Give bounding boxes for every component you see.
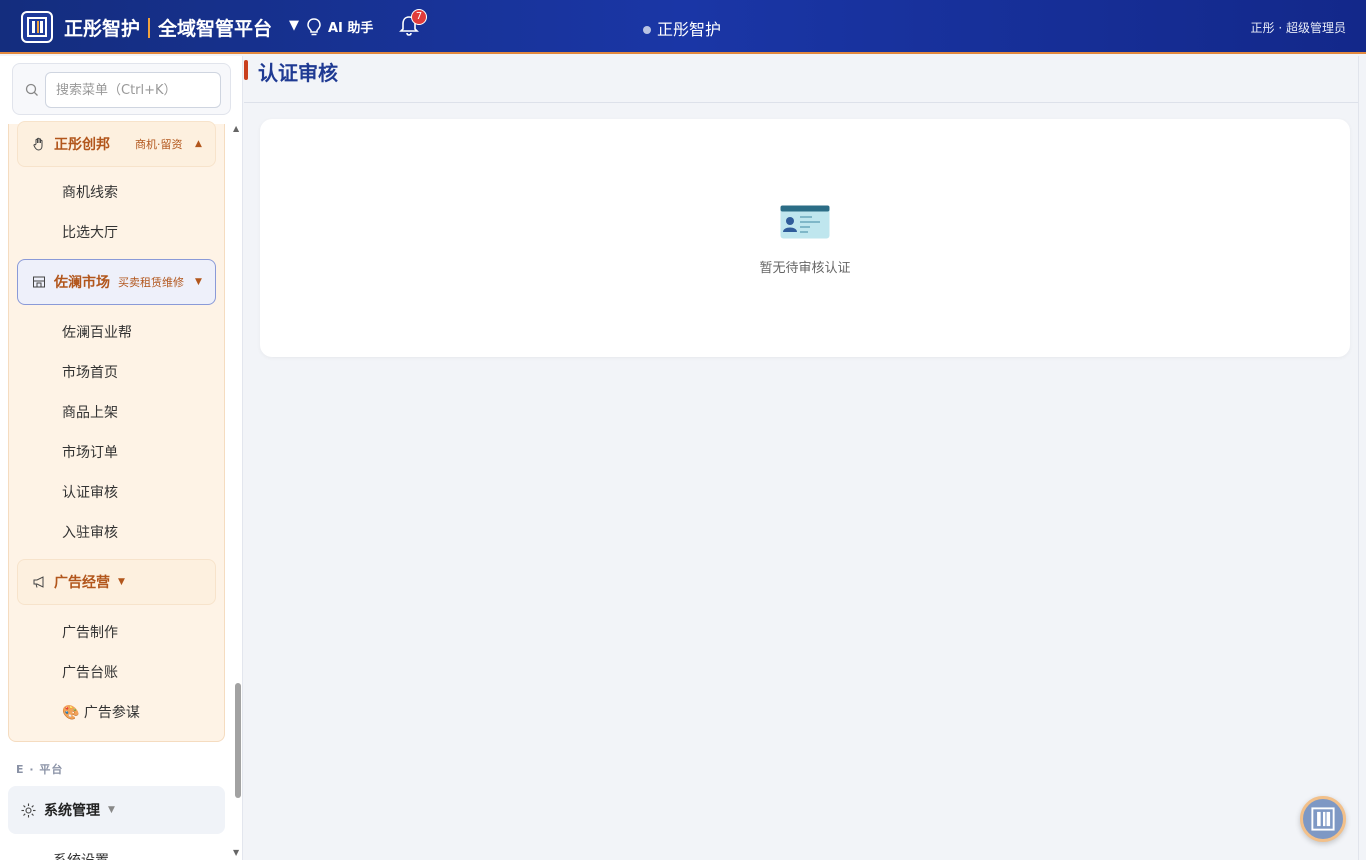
search-icon <box>25 83 38 96</box>
ai-assistant-label: AI 助手 <box>328 21 374 36</box>
brand-name: 正彤智护 <box>64 18 141 40</box>
menu-group-title: 佐澜市场 <box>54 275 110 291</box>
menu-group-zuolan-market[interactable]: 佐澜市场 买卖租赁维修 ▼ <box>17 259 216 305</box>
sidebar-item-ad-ledger[interactable]: 广告台账 <box>62 662 118 682</box>
sidebar-item-ad-production[interactable]: 广告制作 <box>62 622 118 642</box>
scroll-down-icon[interactable]: ▼ <box>233 848 239 857</box>
menu-group-system[interactable]: 系统管理 ▼ <box>8 786 225 834</box>
sidebar-item-market-orders[interactable]: 市场订单 <box>62 442 118 462</box>
menu-group-subtitle: 商机·留资 <box>135 138 183 151</box>
center-title: 正彤智护 <box>643 16 721 40</box>
floating-assistant-button[interactable] <box>1300 796 1346 842</box>
id-card-icon <box>780 205 830 239</box>
scroll-up-icon[interactable]: ▲ <box>233 124 239 133</box>
hand-icon <box>32 137 46 151</box>
menu-group-title: 广告经营 <box>54 575 110 591</box>
sidebar-item-leads[interactable]: 商机线索 <box>62 182 118 202</box>
platform-dropdown-icon[interactable]: ▼ <box>289 18 299 33</box>
menu-search-input[interactable] <box>45 72 221 108</box>
sidebar-item-system-settings[interactable]: 系统设置 <box>53 850 109 860</box>
menu-group-advertising[interactable]: 广告经营 ▼ <box>17 559 216 605</box>
menu-group-zhengtong-chuangbang[interactable]: 正彤创邦 商机·留资 ▲ <box>17 121 216 167</box>
app-logo-icon[interactable] <box>21 11 53 43</box>
chevron-up-icon: ▲ <box>195 139 202 149</box>
center-title-text: 正彤智护 <box>657 20 722 39</box>
sidebar-item-zuolan-baiyebang[interactable]: 佐澜百业帮 <box>62 322 132 342</box>
menu-group-title: 系统管理 <box>44 803 100 819</box>
ai-assistant-button[interactable]: AI 助手 <box>306 17 373 36</box>
sidebar-item-certification-review[interactable]: 认证审核 <box>62 482 118 502</box>
sidebar-scrollbar[interactable] <box>235 683 241 798</box>
user-menu[interactable]: 正彤 · 超级管理员 <box>1251 19 1346 36</box>
menu-group-title: 正彤创邦 <box>54 137 110 153</box>
sidebar-item-product-listing[interactable]: 商品上架 <box>62 402 118 422</box>
sidebar-item-bidding-hall[interactable]: 比选大厅 <box>62 222 118 242</box>
section-label-platform: E · 平台 <box>16 763 64 776</box>
status-dot-icon <box>643 26 651 34</box>
menu-group-subtitle: 买卖租赁维修 <box>118 276 184 289</box>
sidebar-item-market-home[interactable]: 市场首页 <box>62 362 118 382</box>
chevron-down-icon: ▼ <box>195 277 202 287</box>
store-icon <box>32 275 46 289</box>
megaphone-icon <box>32 575 46 589</box>
gear-icon <box>21 803 36 817</box>
page-title: 认证审核 <box>258 61 338 85</box>
menu-search-box <box>12 63 231 115</box>
chevron-down-icon: ▼ <box>118 577 125 587</box>
sidebar: ▲ ▼ 正彤创邦 商机·留资 ▲ 商机线索 比选大厅 佐澜市场 买卖租赁维修 ▼… <box>0 56 243 860</box>
empty-state-text: 暂无待审核认证 <box>759 261 851 276</box>
brand-title: 正彤智护 全域智管平台 <box>64 14 272 41</box>
menu-group-panel <box>8 124 225 742</box>
platform-name: 全域智管平台 <box>158 18 273 40</box>
right-divider <box>1358 56 1359 860</box>
notification-badge: 7 <box>411 9 427 25</box>
page-title-accent <box>244 60 248 80</box>
app-logo-icon <box>1311 807 1335 831</box>
sidebar-item-ad-advisor[interactable]: 🎨 广告参谋 <box>62 702 140 722</box>
sidebar-item-onboarding-review[interactable]: 入驻审核 <box>62 522 118 542</box>
lightbulb-icon <box>307 17 321 35</box>
page-title-bar <box>244 56 1359 103</box>
brand-divider <box>148 17 151 38</box>
empty-state-card: 暂无待审核认证 <box>260 119 1350 357</box>
top-header: 正彤智护 全域智管平台 ▼ AI 助手 7 正彤智护 正彤 · 超级管理员 <box>0 0 1366 54</box>
chevron-down-icon: ▼ <box>108 805 115 815</box>
